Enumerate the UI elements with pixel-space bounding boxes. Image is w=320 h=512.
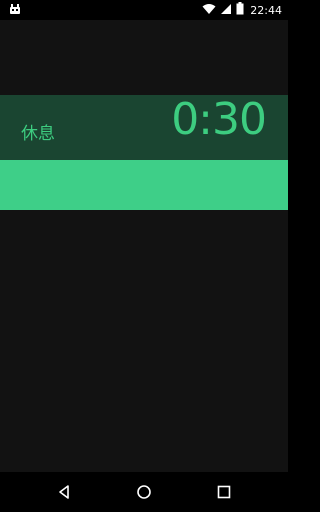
screen: 22:44 休息 0:30 xyxy=(0,0,288,512)
android-debug-icon xyxy=(9,3,21,18)
timer-value: 0:30 xyxy=(171,94,267,145)
cell-signal-icon xyxy=(220,3,232,18)
timer-panel: 休息 0:30 xyxy=(0,94,288,160)
status-time: 22:44 xyxy=(250,3,282,17)
progress-bar xyxy=(0,160,288,210)
recents-icon[interactable] xyxy=(216,484,232,500)
progress-bar-fill xyxy=(0,160,288,210)
home-icon[interactable] xyxy=(136,484,152,500)
navigation-bar xyxy=(0,472,288,512)
status-icons: 22:44 xyxy=(202,2,282,18)
status-bar: 22:44 xyxy=(0,0,288,20)
battery-icon xyxy=(236,2,244,18)
wifi-icon xyxy=(202,3,216,18)
back-icon[interactable] xyxy=(56,484,72,500)
timer-label: 休息 xyxy=(21,124,55,144)
